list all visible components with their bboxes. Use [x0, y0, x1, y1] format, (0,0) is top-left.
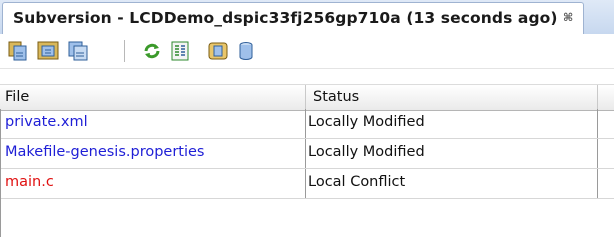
tab-subversion[interactable]: Subversion - LCDDemo_dspic33fj256gp710a … [2, 2, 584, 34]
table-header: File Status [0, 84, 614, 111]
file-cell[interactable]: Makefile-genesis.properties [5, 144, 205, 160]
cell-divider [305, 109, 306, 138]
tab-title: Subversion - LCDDemo_dspic33fj256gp710a … [13, 9, 558, 27]
toolbar-separator [124, 40, 125, 62]
column-divider [305, 85, 306, 110]
diff-all-icon[interactable] [168, 39, 192, 63]
cell-divider [305, 139, 306, 168]
table-row[interactable]: Makefile-genesis.properties Locally Modi… [0, 139, 614, 169]
toolbar [0, 34, 614, 69]
file-cell[interactable]: main.c [5, 174, 54, 190]
column-header-status[interactable]: Status [313, 89, 359, 105]
refresh-status-icon[interactable] [140, 39, 164, 63]
table-left-border [0, 109, 1, 237]
file-cell[interactable]: private.xml [5, 114, 88, 130]
show-remote-changes-icon[interactable] [36, 39, 60, 63]
table-row[interactable]: private.xml Locally Modified [0, 109, 614, 139]
cell-divider [305, 169, 306, 198]
show-local-changes-icon[interactable] [66, 39, 90, 63]
show-all-changes-icon[interactable] [6, 39, 30, 63]
update-all-icon[interactable] [206, 39, 230, 63]
close-icon[interactable]: ⌘ [563, 11, 573, 24]
column-header-file[interactable]: File [5, 89, 29, 105]
tab-bar: Subversion - LCDDemo_dspic33fj256gp710a … [0, 0, 614, 35]
table-row[interactable]: main.c Local Conflict [0, 169, 614, 199]
status-cell: Local Conflict [308, 174, 406, 190]
status-cell: Locally Modified [308, 114, 425, 130]
status-cell: Locally Modified [308, 144, 425, 160]
commit-all-icon[interactable] [234, 39, 258, 63]
cell-divider [597, 169, 598, 198]
column-divider [597, 85, 598, 110]
cell-divider [597, 109, 598, 138]
cell-divider [597, 139, 598, 168]
